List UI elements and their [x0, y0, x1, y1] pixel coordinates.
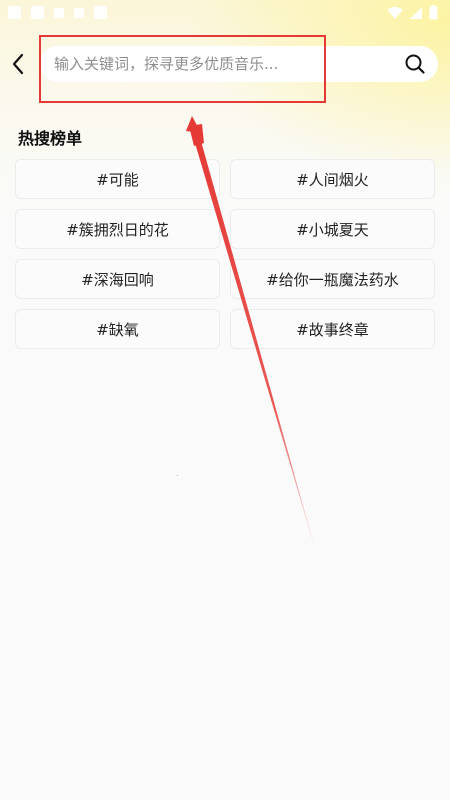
battery-icon	[429, 5, 438, 20]
notification-icon	[8, 6, 21, 19]
hot-search-tag[interactable]: #人间烟火	[230, 159, 435, 199]
hot-search-tag[interactable]: #可能	[15, 159, 220, 199]
chevron-left-icon	[12, 53, 24, 75]
back-button[interactable]	[2, 46, 34, 82]
hot-search-tag[interactable]: #小城夏天	[230, 209, 435, 249]
hot-search-tag[interactable]: #故事终章	[230, 309, 435, 349]
search-bar	[40, 46, 438, 82]
hot-search-tag[interactable]: #给你一瓶魔法药水	[230, 259, 435, 299]
hot-search-tag-grid: #可能 #人间烟火 #簇拥烈日的花 #小城夏天 #深海回响 #给你一瓶魔法药水 …	[15, 159, 435, 349]
search-input[interactable]	[54, 46, 394, 82]
search-header	[0, 44, 450, 84]
wifi-icon	[387, 6, 403, 19]
status-bar-system-icons	[387, 5, 438, 20]
notification-icon	[31, 6, 44, 19]
notification-icon	[54, 7, 64, 18]
hot-search-tag[interactable]: #簇拥烈日的花	[15, 209, 220, 249]
signal-icon	[410, 6, 422, 19]
status-bar	[0, 0, 450, 26]
status-bar-notification-icons	[8, 6, 107, 19]
hot-search-title: 热搜榜单	[18, 129, 83, 148]
hot-search-tag[interactable]: #深海回响	[15, 259, 220, 299]
notification-icon	[94, 6, 107, 19]
search-icon[interactable]	[404, 53, 426, 75]
stray-dot	[177, 475, 178, 476]
notification-icon	[74, 7, 84, 18]
hot-search-tag[interactable]: #缺氧	[15, 309, 220, 349]
